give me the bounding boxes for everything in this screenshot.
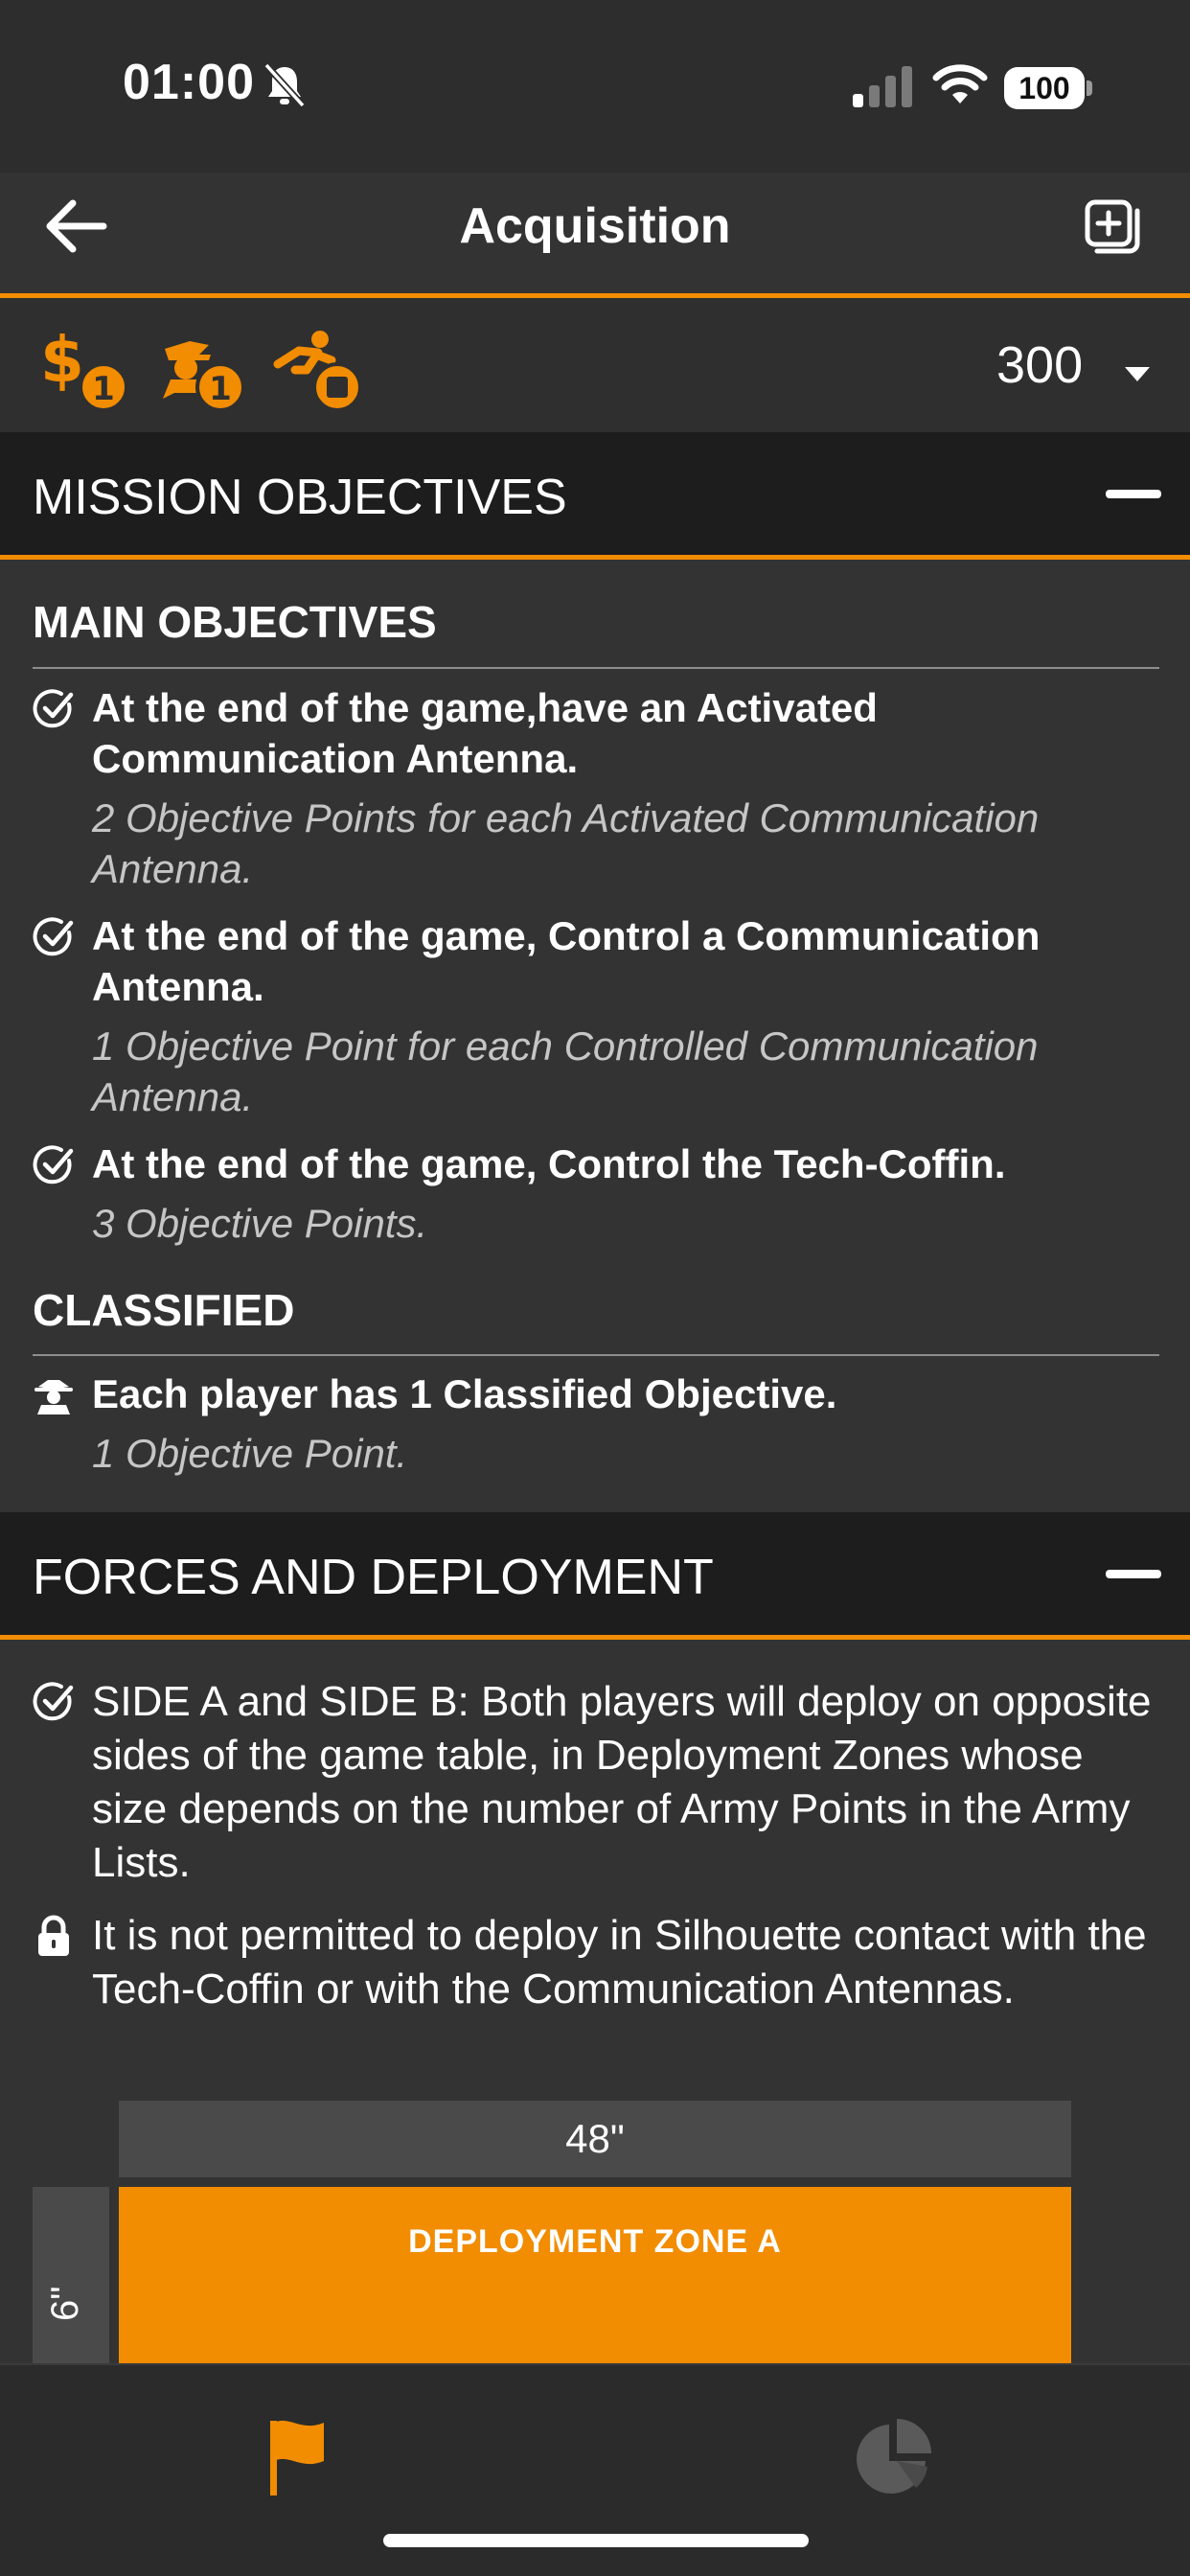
svg-text:$: $ [40,326,84,397]
forces-deployment-header[interactable]: FORCES AND DEPLOYMENT [0,1512,1190,1640]
lock-icon [38,1915,69,1956]
bell-muted-icon [263,62,306,108]
home-indicator [383,2534,809,2547]
pie-chart-tab-icon[interactable] [847,2411,939,2503]
mission-objectives-header[interactable]: MISSION OBJECTIVES [0,432,1190,560]
objective-points: 1 Objective Point for each Controlled Co… [92,1024,1039,1119]
divider [33,1354,1159,1356]
battery-indicator: 100 [1004,67,1085,109]
spy-count: 1 [209,370,232,408]
add-list-icon[interactable] [1085,199,1142,257]
runner-badge [272,326,364,418]
map-depth-label: 6" [44,2286,86,2321]
page-title: Acquisition [459,198,731,254]
status-time: 01:00 [123,55,255,110]
objective-item: At the end of the game, Control the Tech… [33,1138,1159,1249]
runner-icon [273,331,362,412]
check-circle-icon [33,1682,74,1721]
objective-text: At the end of the game, Control a Commun… [92,913,1041,1009]
points-dropdown[interactable]: 300 [996,335,1083,395]
objective-points: 3 Objective Points. [92,1201,428,1246]
collapse-icon[interactable] [1106,1570,1161,1578]
spy-icon: 1 [163,341,245,412]
battery-tip [1087,80,1092,96]
map-width-label: 48" [119,2101,1071,2177]
rule-text: SIDE A and SIDE B: Both players will dep… [92,1678,1152,1886]
money-badge: $ 1 [38,323,130,418]
spy-badge: 1 [155,326,247,418]
deployment-rule: SIDE A and SIDE B: Both players will dep… [33,1675,1159,1890]
classified-title: CLASSIFIED [33,1285,295,1335]
rule-text: It is not permitted to deploy in Silhoue… [92,1912,1147,2012]
caret-down-icon[interactable] [1123,364,1152,383]
signal-icon [853,66,912,107]
classified-points: 1 Objective Point. [92,1431,408,1476]
map-depth-bar: 6" [33,2187,109,2365]
classified-item: Each player has 1 Classified Objective. … [33,1368,1159,1479]
check-circle-icon [33,689,74,728]
collapse-icon[interactable] [1106,490,1161,498]
flag-tab-icon[interactable] [251,2411,343,2503]
deployment-zone-a: DEPLOYMENT ZONE A [119,2187,1071,2365]
section-title: MISSION OBJECTIVES [33,470,567,525]
main-objectives-title: MAIN OBJECTIVES [33,597,437,647]
divider [33,667,1159,669]
money-count: 1 [92,370,115,408]
check-circle-icon [33,917,74,956]
objective-item: At the end of the game,have an Activated… [33,682,1159,894]
objective-item: At the end of the game, Control a Commun… [33,910,1159,1122]
objective-text: At the end of the game,have an Activated… [92,685,878,781]
deployment-rule: It is not permitted to deploy in Silhoue… [33,1909,1159,2016]
wifi-icon [932,64,988,104]
objective-text: At the end of the game, Control the Tech… [92,1141,1006,1186]
money-icon: $ 1 [40,323,128,412]
objective-points: 2 Objective Points for each Activated Co… [92,795,1040,891]
section-title: FORCES AND DEPLOYMENT [33,1550,714,1605]
classified-text: Each player has 1 Classified Objective. [92,1371,837,1416]
check-circle-icon [33,1145,74,1184]
spy-icon [34,1380,73,1414]
